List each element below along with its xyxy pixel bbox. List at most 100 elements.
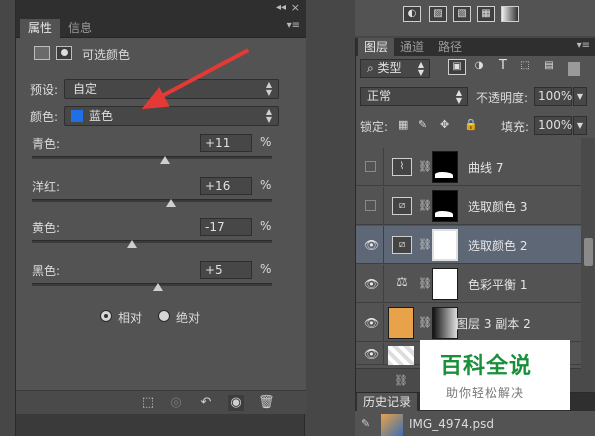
- yellow-value-input[interactable]: -17: [200, 218, 252, 236]
- selective-color-icon: ⧄: [392, 197, 412, 215]
- layer-mask-thumbnail[interactable]: [432, 190, 458, 222]
- panel-collapse-bar[interactable]: ◂◂ ×: [16, 0, 306, 16]
- history-brush-icon[interactable]: ✎: [361, 417, 370, 430]
- updown-icon: ▲ ▼: [265, 80, 272, 97]
- scroll-thumb[interactable]: [584, 238, 593, 266]
- yellow-slider-thumb[interactable]: [126, 240, 137, 248]
- cyan-slider-thumb[interactable]: [160, 156, 171, 164]
- link-icon[interactable]: ⛓: [418, 159, 432, 175]
- layer-name[interactable]: 色彩平衡 1: [468, 276, 527, 293]
- fill-dropdown-icon[interactable]: ▼: [573, 116, 587, 135]
- visibility-toggle[interactable]: [356, 148, 384, 186]
- black-value-input[interactable]: +5: [200, 261, 252, 279]
- layer-image-thumbnail[interactable]: [388, 346, 414, 365]
- cyan-slider-track[interactable]: [32, 156, 272, 159]
- reset-icon[interactable]: ↶: [198, 395, 214, 411]
- preset-label: 预设:: [30, 83, 59, 97]
- layer-mask-thumbnail[interactable]: [432, 307, 458, 339]
- black-white-icon[interactable]: ◐: [403, 6, 421, 22]
- history-item[interactable]: ✎ IMG_4974.psd: [355, 413, 595, 436]
- clip-to-layer-icon[interactable]: ⬚: [140, 395, 156, 411]
- lock-paint-icon[interactable]: ✎: [418, 118, 427, 131]
- link-icon[interactable]: ⛓: [418, 315, 432, 331]
- filter-toggle-icon[interactable]: [568, 62, 580, 76]
- filter-type-select[interactable]: ⌕ 类型 ▲ ▼: [360, 59, 430, 78]
- view-previous-icon[interactable]: ◎: [168, 395, 184, 411]
- hidden-box-icon[interactable]: [365, 200, 376, 211]
- eye-icon[interactable]: 👁: [364, 347, 379, 361]
- color-lookup-icon[interactable]: ▦: [477, 6, 495, 22]
- eye-icon[interactable]: 👁: [364, 277, 379, 291]
- magenta-slider-thumb[interactable]: [166, 199, 177, 207]
- layer-row-selected[interactable]: 👁 ⧄ ⛓ 选取颜色 2: [356, 226, 581, 264]
- visibility-toggle[interactable]: 👁: [356, 265, 384, 303]
- link-layers-icon[interactable]: ⛓: [394, 374, 408, 387]
- visibility-toggle[interactable]: 👁: [356, 226, 384, 264]
- mask-icon[interactable]: [56, 46, 72, 60]
- filter-adjustment-icon[interactable]: ◑: [470, 59, 488, 75]
- photo-filter-icon[interactable]: ▨: [429, 6, 447, 22]
- filter-smart-object-icon[interactable]: ▤: [540, 59, 558, 75]
- black-slider-track[interactable]: [32, 283, 272, 286]
- tab-properties[interactable]: 属性: [20, 19, 61, 38]
- visibility-toggle[interactable]: 👁: [356, 343, 384, 365]
- black-label: 黑色:: [32, 264, 61, 278]
- lock-transparent-icon[interactable]: ▦: [398, 118, 408, 131]
- filter-type-icon[interactable]: T: [494, 59, 512, 75]
- tab-layers[interactable]: 图层: [358, 38, 395, 56]
- layer-name[interactable]: 图层 3 副本 2: [456, 315, 531, 332]
- link-icon[interactable]: ⛓: [418, 276, 432, 292]
- gradient-map-icon[interactable]: [501, 6, 519, 22]
- properties-footer: ⬚ ◎ ↶ ◉ 🗑: [16, 390, 306, 414]
- layer-mask-thumbnail[interactable]: [432, 268, 458, 300]
- eye-icon[interactable]: 👁: [364, 238, 379, 252]
- yellow-slider-track[interactable]: [32, 240, 272, 243]
- cyan-value-input[interactable]: +11: [200, 134, 252, 152]
- magenta-slider-track[interactable]: [32, 199, 272, 202]
- layer-row[interactable]: 👁 ⛓ 图层 3 副本 2: [356, 304, 581, 342]
- blend-mode-select[interactable]: 正常 ▲ ▼: [360, 87, 468, 106]
- visibility-toggle[interactable]: [356, 187, 384, 225]
- absolute-radio[interactable]: [158, 310, 170, 322]
- layer-mask-thumbnail[interactable]: [432, 229, 458, 261]
- panel-menu-icon[interactable]: ▾≡: [577, 40, 590, 51]
- lock-move-icon[interactable]: ✥: [440, 118, 449, 131]
- tab-history[interactable]: 历史记录: [357, 393, 418, 411]
- black-slider-thumb[interactable]: [153, 283, 163, 291]
- yellow-label: 黄色:: [32, 221, 61, 235]
- layer-row[interactable]: 👁 ⚖ ⛓ 色彩平衡 1: [356, 265, 581, 303]
- opacity-dropdown-icon[interactable]: ▼: [573, 87, 587, 106]
- lock-all-icon[interactable]: 🔒: [464, 118, 478, 131]
- filter-shape-icon[interactable]: ⬚: [516, 59, 534, 75]
- layer-mask-thumbnail[interactable]: [432, 151, 458, 183]
- tab-channels[interactable]: 通道: [394, 38, 430, 56]
- panel-menu-icon[interactable]: ▾≡: [287, 20, 300, 31]
- layer-name[interactable]: 曲线 7: [468, 159, 503, 176]
- relative-radio[interactable]: [100, 310, 112, 322]
- layer-name[interactable]: 选取颜色 2: [468, 237, 527, 254]
- trash-icon[interactable]: 🗑: [258, 395, 275, 411]
- opacity-input[interactable]: 100%: [534, 87, 572, 106]
- tab-paths[interactable]: 路径: [432, 38, 468, 56]
- colors-select[interactable]: 蓝色 ▲ ▼: [64, 106, 279, 126]
- layer-image-thumbnail[interactable]: [388, 307, 414, 339]
- eye-icon[interactable]: 👁: [364, 316, 379, 330]
- hidden-box-icon[interactable]: [365, 161, 376, 172]
- lock-label: 锁定:: [360, 120, 389, 134]
- link-icon[interactable]: ⛓: [418, 198, 432, 214]
- tab-info[interactable]: 信息: [60, 19, 100, 38]
- visibility-toggle[interactable]: 👁: [356, 304, 384, 342]
- history-item-label: IMG_4974.psd: [409, 417, 495, 431]
- fill-input[interactable]: 100%: [534, 116, 572, 135]
- visibility-icon[interactable]: ◉: [228, 395, 244, 411]
- layer-name[interactable]: 选取颜色 3: [468, 198, 527, 215]
- layers-scrollbar[interactable]: [581, 138, 595, 394]
- close-icon[interactable]: ×: [291, 1, 300, 14]
- layer-row[interactable]: ⧄ ⛓ 选取颜色 3: [356, 187, 581, 225]
- filter-pixel-icon[interactable]: ▣: [448, 59, 466, 75]
- channel-mixer-icon[interactable]: ▧: [453, 6, 471, 22]
- layer-row[interactable]: ⌇ ⛓ 曲线 7: [356, 148, 581, 186]
- magenta-value-input[interactable]: +16: [200, 177, 252, 195]
- link-icon[interactable]: ⛓: [418, 237, 432, 253]
- collapse-icon[interactable]: ◂◂: [276, 2, 286, 13]
